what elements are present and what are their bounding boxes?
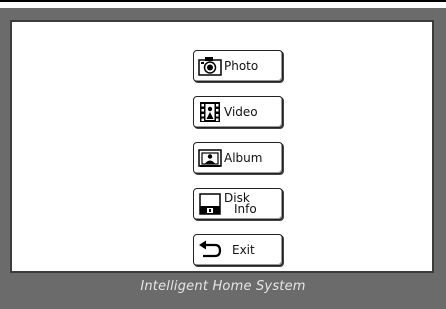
top-rule (0, 0, 446, 2)
album-label: Album (224, 151, 263, 165)
footer-title: Intelligent Home System (140, 279, 306, 294)
exit-button[interactable]: Exit (193, 234, 283, 266)
menu-panel: Photo Video Album Disk Info Exit (10, 20, 434, 273)
disk-info-label: Disk Info (224, 192, 257, 216)
disk-info-label-line2: Info (234, 202, 257, 216)
album-icon (198, 146, 222, 170)
floppy-disk-icon (198, 192, 222, 216)
photo-button[interactable]: Photo (193, 50, 283, 82)
exit-label: Exit (232, 243, 255, 257)
film-icon (198, 100, 222, 124)
video-label: Video (224, 105, 258, 119)
disk-info-button[interactable]: Disk Info (193, 188, 283, 220)
app-window: Photo Video Album Disk Info Exit (0, 8, 446, 309)
camera-icon (198, 54, 222, 78)
video-button[interactable]: Video (193, 96, 283, 128)
back-arrow-icon (198, 238, 222, 262)
photo-label: Photo (224, 59, 259, 73)
album-button[interactable]: Album (193, 142, 283, 174)
